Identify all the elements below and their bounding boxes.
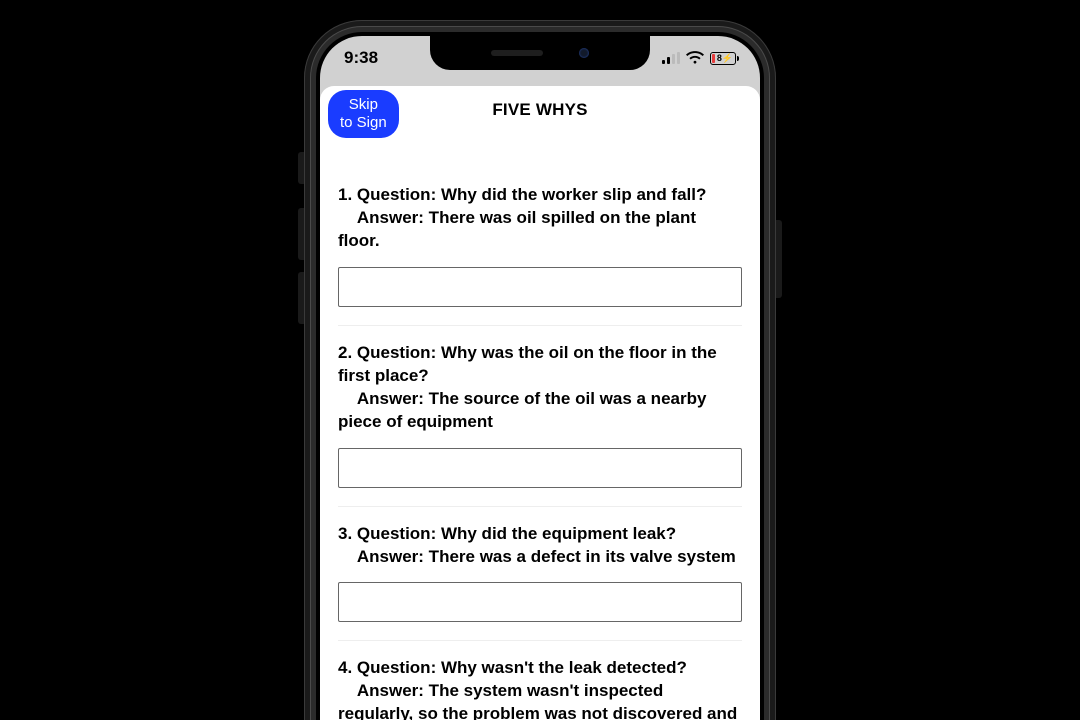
phone-screen: 9:38 8⚡	[320, 36, 760, 720]
front-camera-icon	[579, 48, 589, 58]
answer-input[interactable]	[338, 582, 742, 622]
app-header: Skip to Sign FIVE WHYS	[320, 86, 760, 134]
power-button	[776, 220, 782, 298]
question-block: 4. Question: Why wasn't the leak detecte…	[338, 641, 742, 720]
mute-switch	[298, 152, 304, 184]
volume-down-button	[298, 272, 304, 324]
charging-icon: ⚡	[722, 53, 733, 64]
question-text: 4. Question: Why wasn't the leak detecte…	[338, 657, 742, 680]
question-block: 3. Question: Why did the equipment leak?…	[338, 507, 742, 642]
speaker-grille	[491, 50, 543, 56]
battery-icon: 8⚡	[710, 52, 736, 65]
status-time: 9:38	[344, 48, 378, 68]
question-text: 3. Question: Why did the equipment leak?	[338, 523, 742, 546]
question-block: 2. Question: Why was the oil on the floo…	[338, 326, 742, 507]
answer-text: Answer: The source of the oil was a near…	[338, 388, 742, 434]
volume-up-button	[298, 208, 304, 260]
phone-frame: 9:38 8⚡	[304, 20, 776, 720]
question-text: 2. Question: Why was the oil on the floo…	[338, 342, 742, 388]
page-title: FIVE WHYS	[492, 100, 587, 120]
cell-signal-icon	[662, 52, 680, 64]
wifi-icon	[686, 51, 704, 65]
question-block: 1. Question: Why did the worker slip and…	[338, 148, 742, 326]
questions-list: 1. Question: Why did the worker slip and…	[320, 134, 760, 720]
skip-label-line1: Skip	[349, 96, 378, 113]
answer-input[interactable]	[338, 448, 742, 488]
skip-label-line2: to Sign	[340, 114, 387, 131]
answer-text: Answer: The system wasn't inspected regu…	[338, 680, 742, 720]
answer-text: Answer: There was oil spilled on the pla…	[338, 207, 742, 253]
notch	[430, 36, 650, 70]
answer-text: Answer: There was a defect in its valve …	[338, 546, 742, 569]
answer-input[interactable]	[338, 267, 742, 307]
question-text: 1. Question: Why did the worker slip and…	[338, 184, 742, 207]
skip-to-sign-button[interactable]: Skip to Sign	[328, 90, 399, 138]
